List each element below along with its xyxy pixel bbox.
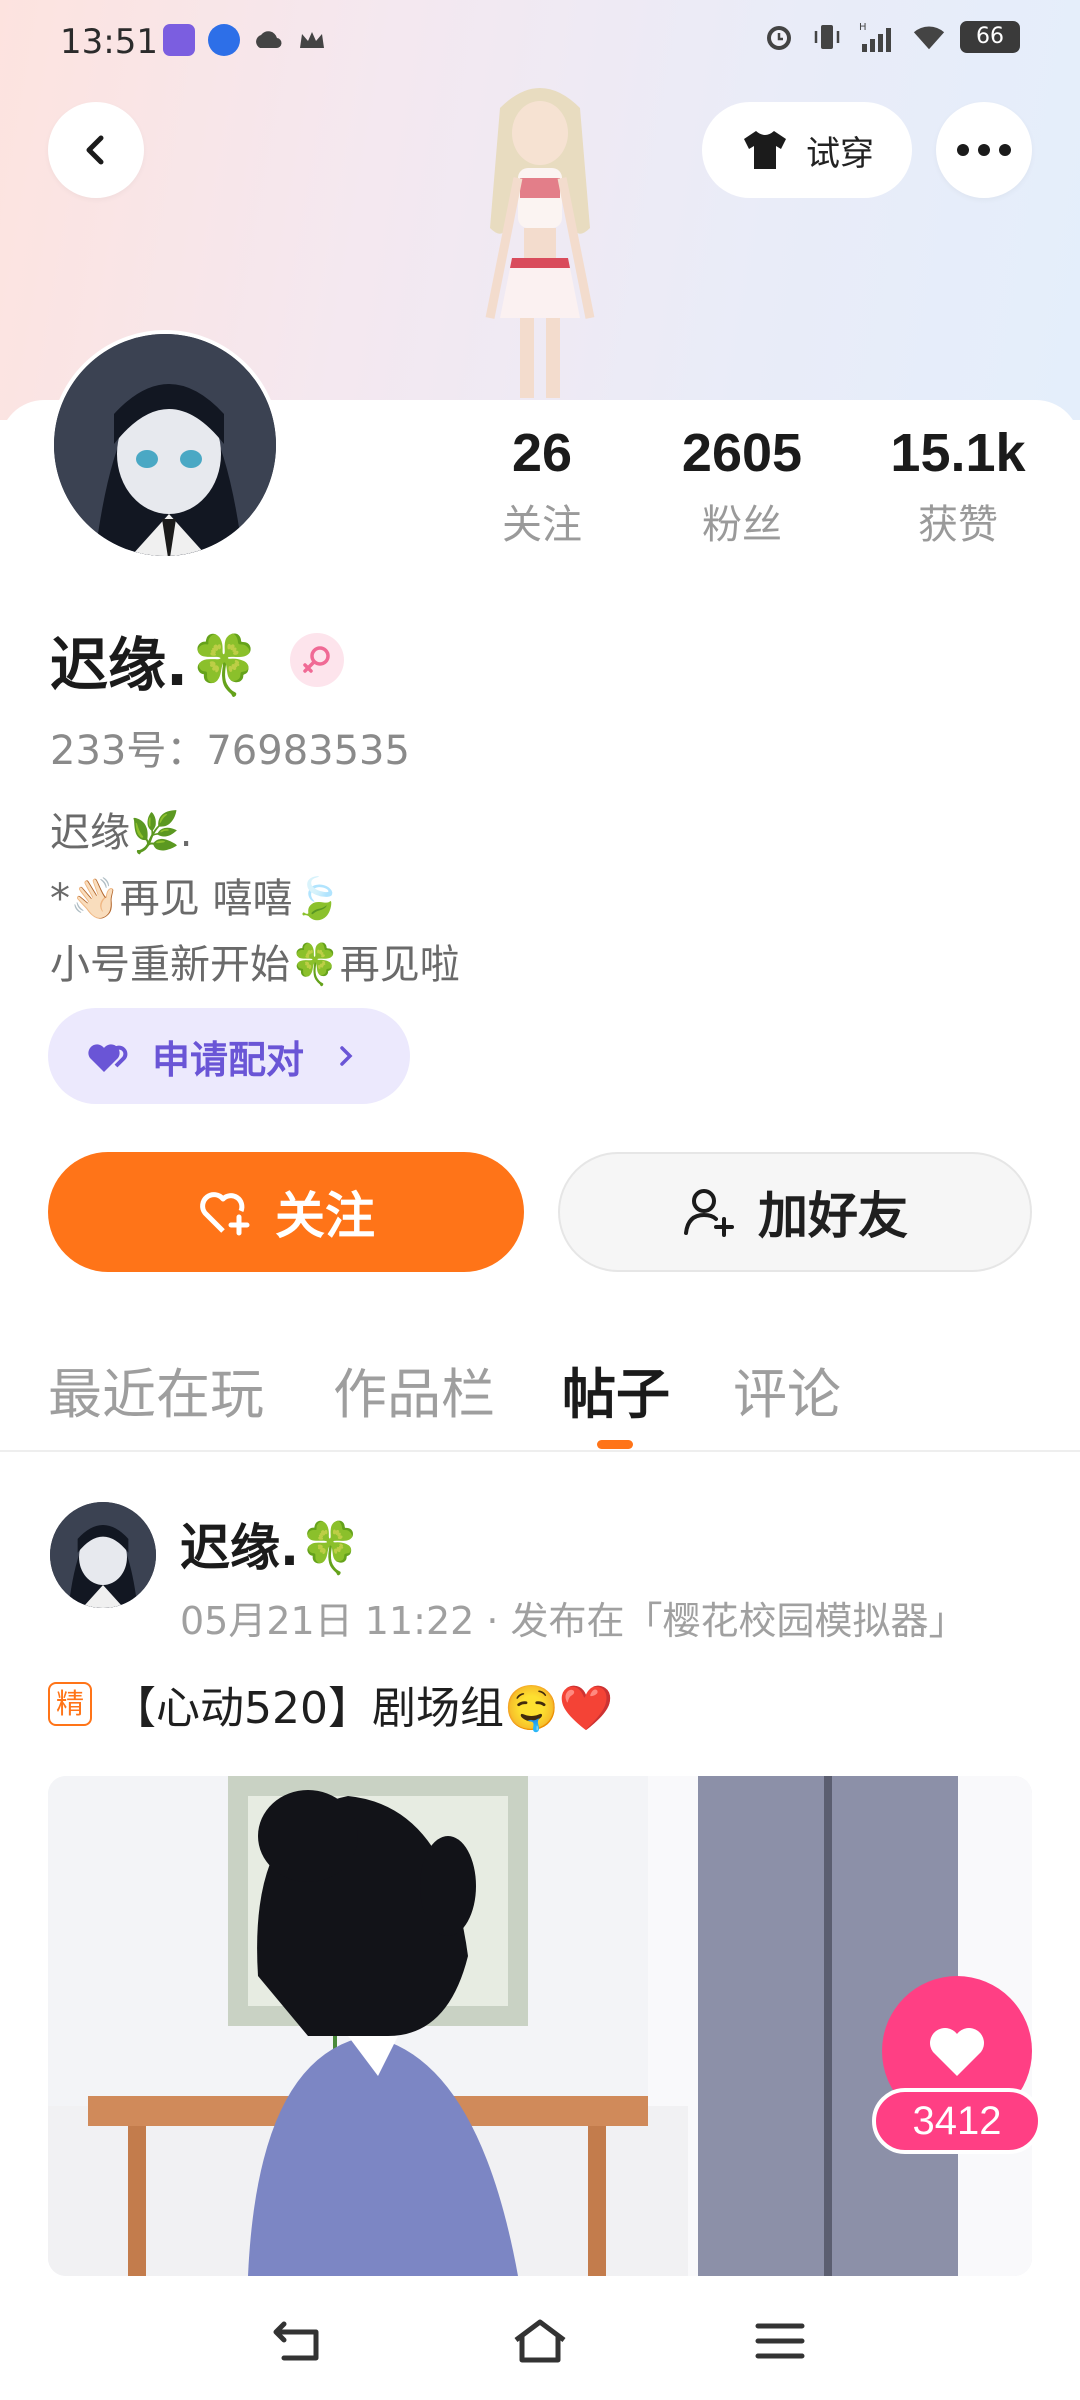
avatar-image: [54, 334, 276, 556]
avatar-image: [50, 1502, 156, 1608]
double-heart-icon: [88, 1044, 128, 1072]
profile-bio: 迟缘🌿. *👋🏻再见 嘻嘻🍃 小号重新开始🍀再见啦: [50, 800, 460, 998]
vibrate-icon: [814, 25, 840, 49]
tab-posts[interactable]: 帖子: [562, 1350, 670, 1429]
stat-following[interactable]: 26 关注: [442, 422, 642, 550]
stat-followers-label: 粉丝: [702, 502, 782, 548]
menu-nav-icon[interactable]: [750, 2316, 810, 2366]
profile-tabs: 最近在玩 作品栏 帖子 评论: [0, 1340, 1080, 1452]
stat-likes-value: 15.1k: [890, 423, 1026, 483]
post-meta: 05月21日 11:22 · 发布在「樱花校园模拟器」: [180, 1599, 967, 1643]
female-gender-icon: [290, 633, 345, 687]
profile-name: 迟缘.🍀: [50, 631, 261, 699]
status-bar: 13:51 H 66: [0, 0, 1080, 80]
like-count: 3412: [872, 2088, 1042, 2154]
stat-followers[interactable]: 2605 粉丝: [642, 422, 842, 550]
home-nav-icon[interactable]: [510, 2316, 570, 2366]
system-nav-bar: [0, 2276, 1080, 2400]
post-image-scene: [48, 1776, 1032, 2276]
chevron-left-icon: [86, 135, 104, 165]
try-on-button[interactable]: 试穿: [702, 102, 912, 198]
post-author-name[interactable]: 迟缘.🍀: [180, 1508, 361, 1580]
stat-following-value: 26: [511, 423, 573, 483]
avatar[interactable]: [50, 330, 280, 560]
back-button[interactable]: [48, 102, 144, 198]
tab-recently-played[interactable]: 最近在玩: [48, 1350, 264, 1429]
chevron-right-icon: [340, 1046, 353, 1066]
post-title-row[interactable]: 精 【心动520】剧场组🤤❤️: [48, 1672, 614, 1736]
follow-label: 关注: [275, 1187, 375, 1245]
profile-stats: 26 关注 2605 粉丝 15.1k 获赞: [460, 422, 1060, 562]
avatar-figure-3d: [485, 88, 595, 398]
more-dots-icon: [957, 144, 1011, 156]
follow-button[interactable]: 关注: [48, 1152, 524, 1272]
active-tab-indicator: [597, 1440, 633, 1449]
add-friend-label: 加好友: [758, 1187, 908, 1245]
try-on-label: 试穿: [806, 133, 874, 174]
bio-line: *👋🏻再见 嘻嘻🍃: [50, 876, 343, 922]
heart-icon: [930, 2028, 984, 2076]
stat-likes[interactable]: 15.1k 获赞: [858, 422, 1058, 550]
add-friend-button[interactable]: 加好友: [558, 1152, 1032, 1272]
bio-line: 小号重新开始🍀再见啦: [50, 942, 460, 988]
wifi-icon: [913, 26, 945, 50]
heart-plus-icon: [200, 1192, 250, 1236]
app-baidu-icon: [208, 24, 240, 56]
post-image[interactable]: [48, 1776, 1032, 2276]
stat-likes-label: 获赞: [918, 502, 998, 548]
user-id: 233号：76983535: [50, 728, 410, 774]
svg-text:H: H: [859, 22, 867, 33]
add-user-icon: [684, 1189, 734, 1237]
post-title: 【心动520】剧场组🤤❤️: [112, 1683, 614, 1734]
more-button[interactable]: [936, 102, 1032, 198]
profile-name-row: 迟缘.🍀: [50, 618, 345, 702]
stat-following-label: 关注: [502, 502, 582, 548]
alarm-icon: [767, 26, 791, 50]
app-fanqie-icon: [163, 24, 195, 56]
tab-works[interactable]: 作品栏: [333, 1350, 495, 1429]
stat-followers-value: 2605: [681, 423, 803, 483]
request-pair-button[interactable]: 申请配对: [48, 1008, 410, 1104]
tshirt-icon: [744, 131, 786, 169]
bio-line: 迟缘🌿.: [50, 810, 193, 856]
signal-icon: H: [859, 22, 891, 52]
back-nav-icon[interactable]: [270, 2316, 330, 2366]
request-pair-label: 申请配对: [152, 1037, 305, 1082]
featured-badge: 精: [48, 1682, 92, 1726]
tab-comments[interactable]: 评论: [733, 1350, 841, 1429]
crown-icon: [300, 32, 324, 48]
status-time: 13:51: [60, 22, 158, 62]
post-author-avatar[interactable]: [50, 1502, 156, 1608]
cloud-icon: [256, 31, 282, 49]
battery-icon: 66: [960, 21, 1020, 53]
